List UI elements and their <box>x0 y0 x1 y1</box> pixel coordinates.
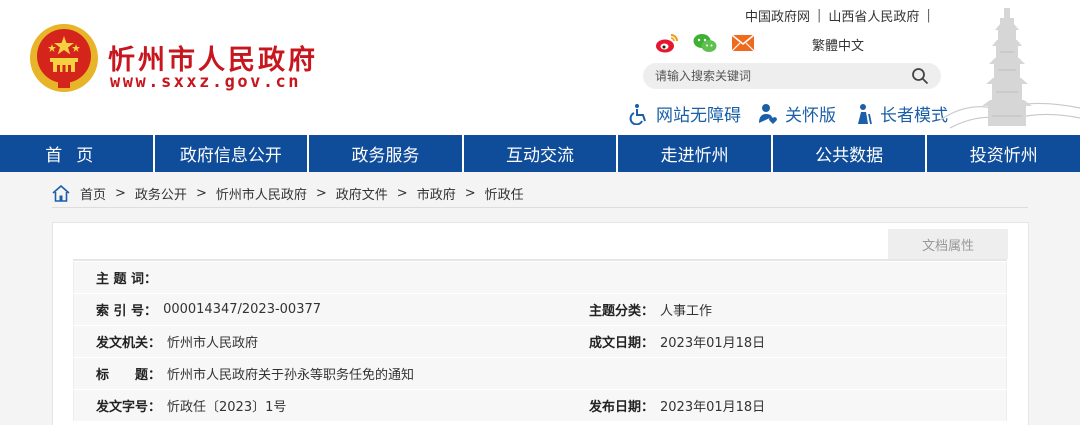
top-link-province[interactable]: 山西省人民政府 <box>828 6 919 25</box>
field-label: 主 题 词： <box>96 272 158 287</box>
site-domain: www.sxxz.gov.cn <box>110 72 302 92</box>
elder-mode-label: 长者模式 <box>880 106 948 126</box>
table-row: 发文字号： 忻政任〔2023〕1号 发布日期： 2023年01月18日 <box>73 390 1007 421</box>
pagoda-illustration <box>940 8 1080 129</box>
field-label: 发文机关： <box>96 336 162 351</box>
chevron-right-icon: > <box>115 186 126 201</box>
mail-icon[interactable] <box>731 32 755 54</box>
chevron-right-icon: > <box>396 186 408 201</box>
accessibility-links: 网站无障碍 关怀版 长者模式 <box>628 101 948 126</box>
breadcrumb-item[interactable]: 忻州市人民政府 <box>216 184 307 203</box>
weibo-icon[interactable] <box>655 32 679 54</box>
doc-properties-tab[interactable]: 文档属性 <box>888 229 1008 259</box>
care-mode-link[interactable]: 关怀版 <box>757 101 836 126</box>
breadcrumb: 首页 > 政务公开 > 忻州市人民政府 > 政府文件 > 市政府 > 忻政任 <box>52 184 524 203</box>
breadcrumb-item[interactable]: 首页 <box>80 184 106 203</box>
care-icon <box>759 103 777 124</box>
breadcrumb-item[interactable]: 政府文件 <box>336 184 388 203</box>
field-label: 发布日期： <box>589 400 655 415</box>
wechat-icon[interactable] <box>693 32 717 54</box>
divider: | <box>926 8 931 23</box>
field-label: 索 引 号： <box>96 304 158 319</box>
table-row: 标 题： 忻州市人民政府关于孙永等职务任免的通知 <box>73 358 1007 389</box>
divider: | <box>817 8 822 23</box>
nav-tab-investment[interactable]: 投资忻州 <box>927 135 1080 172</box>
field-label: 标 题： <box>96 368 162 383</box>
field-value: 2023年01月18日 <box>660 336 766 351</box>
nav-tab-info-disclosure[interactable]: 政府信息公开 <box>155 135 310 172</box>
care-mode-label: 关怀版 <box>785 106 836 126</box>
nav-tab-about-xinzhou[interactable]: 走进忻州 <box>618 135 773 172</box>
search-icon[interactable] <box>911 67 929 85</box>
field-label: 主题分类： <box>589 304 655 319</box>
chevron-right-icon: > <box>315 186 327 201</box>
national-emblem-icon <box>30 24 98 92</box>
nav-tab-home[interactable]: 首页 <box>0 135 155 172</box>
field-value: 忻州市人民政府关于孙永等职务任免的通知 <box>167 368 415 383</box>
nav-tab-public-data[interactable]: 公共数据 <box>773 135 928 172</box>
breadcrumb-item[interactable]: 市政府 <box>417 184 456 203</box>
document-panel: 文档属性 主 题 词： 索 引 号： 000014347/2023-00377 主… <box>52 222 1029 425</box>
field-value: 忻政任〔2023〕1号 <box>167 400 287 415</box>
breadcrumb-item[interactable]: 忻政任 <box>485 184 524 203</box>
nav-tab-interaction[interactable]: 互动交流 <box>464 135 619 172</box>
divider <box>52 207 1028 208</box>
accessibility-link-label: 网站无障碍 <box>656 106 741 126</box>
top-links: 中国政府网 | 山西省人民政府 | <box>745 6 938 25</box>
field-value: 000014347/2023-00377 <box>163 302 322 317</box>
site-header: 忻州市人民政府 www.sxxz.gov.cn 中国政府网 | 山西省人民政府 … <box>0 0 1080 135</box>
table-row: 主 题 词： <box>73 262 1007 293</box>
table-row: 发文机关： 忻州市人民政府 成文日期： 2023年01月18日 <box>73 326 1007 357</box>
search-input[interactable] <box>655 66 905 86</box>
search-box <box>643 63 941 89</box>
elder-icon <box>858 103 872 124</box>
main-nav: 首页 政府信息公开 政务服务 互动交流 走进忻州 公共数据 投资忻州 <box>0 135 1080 172</box>
home-icon <box>52 185 70 202</box>
field-label: 发文字号： <box>96 400 162 415</box>
field-value: 忻州市人民政府 <box>167 336 259 351</box>
top-link-gov[interactable]: 中国政府网 <box>745 6 810 25</box>
wheelchair-icon <box>629 103 646 125</box>
elder-mode-link[interactable]: 长者模式 <box>852 101 948 126</box>
breadcrumb-item[interactable]: 政务公开 <box>135 184 187 203</box>
chevron-right-icon: > <box>464 186 476 201</box>
nav-tab-services[interactable]: 政务服务 <box>309 135 464 172</box>
field-label: 成文日期： <box>589 336 655 351</box>
table-row: 索 引 号： 000014347/2023-00377 主题分类： 人事工作 <box>73 294 1007 325</box>
chevron-right-icon: > <box>195 186 207 201</box>
doc-properties-table: 主 题 词： 索 引 号： 000014347/2023-00377 主题分类： 人… <box>73 259 1007 421</box>
field-value: 2023年01月18日 <box>660 400 766 415</box>
accessibility-link[interactable]: 网站无障碍 <box>628 101 741 126</box>
field-value: 人事工作 <box>660 304 713 319</box>
lang-switch[interactable]: 繁體中文 <box>812 35 864 54</box>
social-links <box>655 32 755 54</box>
